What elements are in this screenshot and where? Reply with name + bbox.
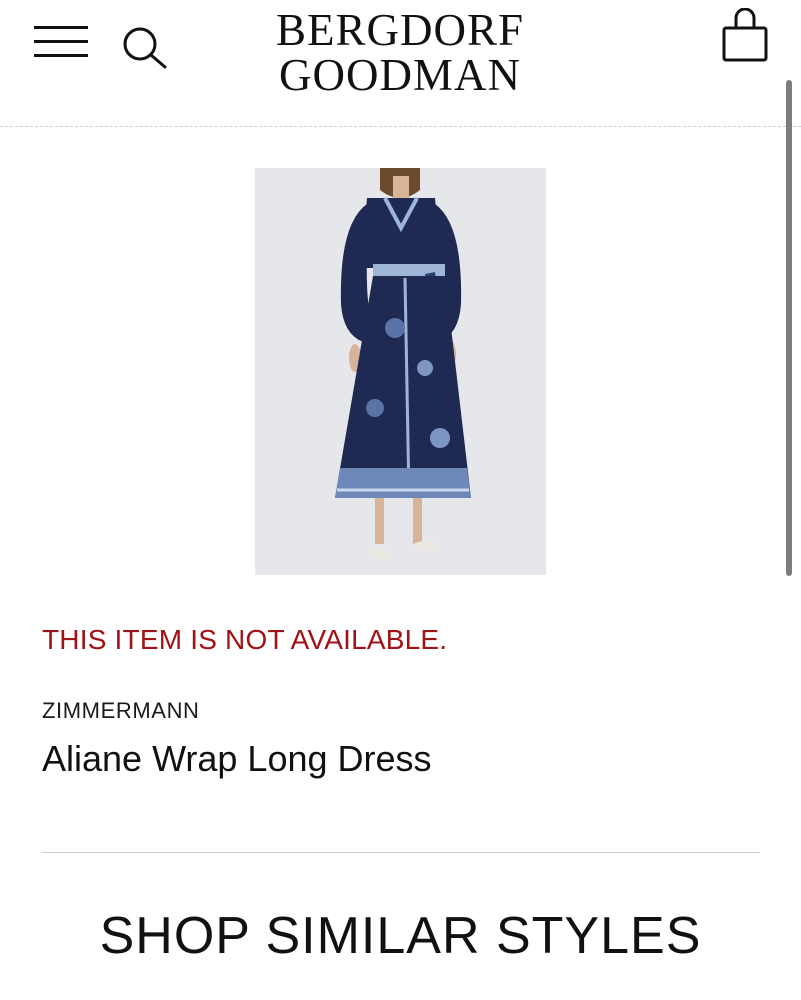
- site-logo[interactable]: BERGDORF GOODMAN: [260, 8, 540, 98]
- product-image[interactable]: [255, 168, 546, 575]
- site-header: BERGDORF GOODMAN: [0, 0, 801, 127]
- designer-name[interactable]: ZIMMERMANN: [42, 698, 200, 724]
- page-scrollbar[interactable]: [786, 80, 792, 576]
- product-title: Aliane Wrap Long Dress: [42, 738, 432, 779]
- logo-line-2: GOODMAN: [279, 50, 521, 100]
- shopping-bag-icon[interactable]: [718, 7, 774, 64]
- section-divider: [42, 852, 760, 853]
- product-page: BERGDORF GOODMAN THIS ITEM IS NOT AVAILA…: [0, 0, 801, 1000]
- availability-status: THIS ITEM IS NOT AVAILABLE.: [42, 624, 448, 655]
- hamburger-menu-icon[interactable]: [34, 26, 90, 60]
- search-icon[interactable]: [120, 24, 172, 70]
- logo-line-1: BERGDORF: [275, 5, 525, 55]
- shop-similar-heading: SHOP SIMILAR STYLES: [99, 907, 702, 965]
